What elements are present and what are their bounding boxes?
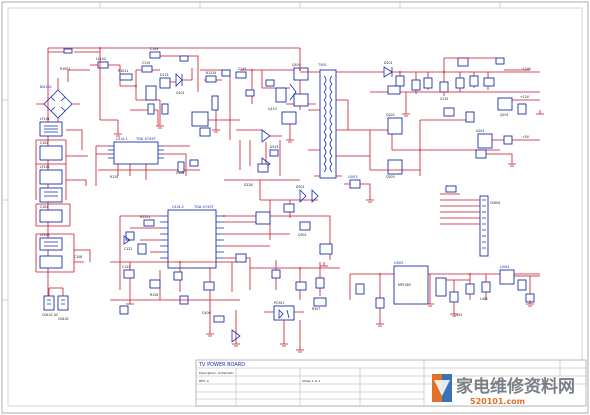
svg-text:+12V: +12V (520, 95, 530, 99)
output-connector: CN901 (440, 185, 501, 257)
title-block-title: TV POWER BOARD (198, 362, 245, 368)
watermark-text-cn: 家电维修资料网 (456, 376, 575, 397)
svg-text:C122: C122 (124, 247, 132, 251)
svg-text:CN901: CN901 (490, 201, 501, 205)
gate-drive-chain: R1234 C143 Q100 Q110 (191, 63, 309, 140)
svg-text:R1011: R1011 (118, 69, 128, 73)
ac-input-connectors: CN101 AC CN102 (42, 287, 69, 321)
svg-text:L401: L401 (480, 297, 488, 301)
svg-text:MP1583: MP1583 (398, 283, 411, 287)
watermark-logo-icon (432, 374, 452, 402)
title-block-rev: REV: A (199, 379, 210, 383)
svg-text:+5V: +5V (522, 135, 530, 139)
regulator-block: U005 MP1583 U004 U003 C402 L401 (344, 175, 540, 320)
svg-text:C109: C109 (150, 47, 158, 51)
right-middle-network: D301 Q301 R307 (250, 185, 340, 311)
svg-text:D126: D126 (244, 183, 253, 187)
title-block-sheet: Sheet 1 of 1 (302, 379, 320, 383)
svg-text:R1221: R1221 (140, 215, 150, 219)
svg-text:Q301: Q301 (298, 233, 307, 237)
ic-u1-ref: U1I4-1 (116, 137, 128, 141)
svg-text:U201: U201 (476, 129, 484, 133)
svg-text:LF101: LF101 (40, 117, 50, 121)
svg-text:C108: C108 (74, 255, 82, 259)
svg-text:C102: C102 (40, 141, 48, 145)
optocoupler: PC301 (264, 301, 304, 346)
svg-text:R120: R120 (110, 175, 118, 179)
title-block-desc: Description: Schematic (199, 371, 234, 375)
svg-text:C104: C104 (40, 205, 48, 209)
transformer-ref: T901 (317, 63, 327, 67)
svg-text:Q106: Q106 (202, 311, 211, 315)
upper-control-section: R1011 C115 D115 Q101 C109 (99, 47, 199, 130)
schematic-sheet: R1001 L1102 BD101 LF101 C102 LF102 C104 … (1, 1, 589, 414)
secondary-feedback: Q202 Q203 U201 +5V (347, 100, 540, 179)
svg-text:Q201: Q201 (500, 113, 509, 117)
svg-text:R1001: R1001 (60, 67, 70, 71)
svg-text:CN101 AC: CN101 AC (42, 313, 59, 317)
ic-u4-ref: U004 (500, 265, 510, 269)
watermark-url: 520101.com (470, 397, 525, 406)
main-transformer: T901 (300, 63, 392, 179)
svg-text:Q100: Q100 (292, 63, 301, 67)
svg-text:C143: C143 (238, 67, 246, 71)
svg-text:PC301: PC301 (274, 301, 284, 305)
svg-text:R126: R126 (150, 293, 158, 297)
ic-u5-ref: U003 (348, 175, 358, 179)
svg-text:D201: D201 (384, 61, 393, 65)
svg-text:Q203: Q203 (386, 175, 395, 179)
svg-text:L1102: L1102 (96, 57, 106, 61)
ic-u2-part: TDA 4745T (193, 205, 215, 209)
svg-text:+24V: +24V (522, 67, 532, 71)
svg-text:C215: C215 (440, 97, 448, 101)
ic-u1-part: TDA 4745T (135, 137, 157, 141)
svg-text:D125: D125 (270, 145, 279, 149)
svg-text:R307: R307 (312, 307, 320, 311)
secondary-outputs: +24V +12V D201 C215 Q201 (370, 57, 540, 117)
svg-text:C115: C115 (142, 61, 150, 65)
svg-text:Q101: Q101 (176, 91, 185, 95)
ic-u3-ref: U005 (394, 261, 404, 265)
svg-text:LF103: LF103 (40, 233, 50, 237)
svg-text:D301: D301 (296, 185, 305, 189)
left-filter-stack: LF101 C102 LF102 C104 LF103 C108 (35, 117, 91, 273)
svg-text:C123: C123 (122, 265, 130, 269)
ic-u2-ref: U1I4-2 (172, 205, 184, 209)
svg-text:C128: C128 (176, 171, 184, 175)
svg-text:CN102: CN102 (58, 317, 69, 321)
svg-text:R1234: R1234 (206, 71, 216, 75)
svg-text:Q202: Q202 (386, 113, 395, 117)
svg-text:LF102: LF102 (40, 165, 50, 169)
svg-text:Q110: Q110 (268, 107, 277, 111)
ic-u1: U1I4-1 TDA 4745T C128 R120 (95, 137, 200, 186)
svg-text:D115: D115 (160, 73, 169, 77)
bridge-label: BD101 (40, 85, 52, 89)
